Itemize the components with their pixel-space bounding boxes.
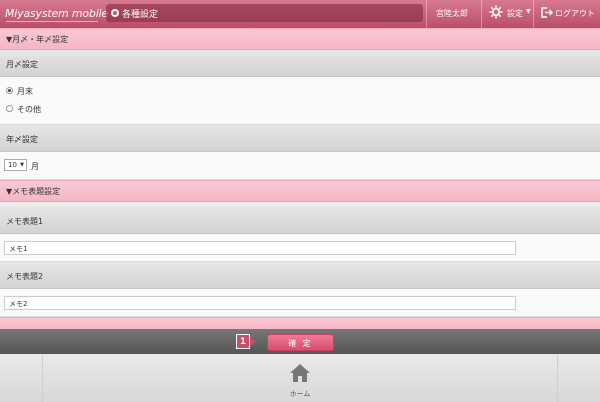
memo1-row: メモ1 — [0, 234, 600, 262]
field-label: 年〆設定 — [6, 135, 38, 144]
nav-divider — [42, 354, 43, 402]
header-divider — [533, 0, 534, 28]
month-unit-label: 月 — [31, 162, 39, 171]
radio-button[interactable] — [6, 105, 13, 112]
radio-button-selected[interactable] — [6, 87, 13, 94]
confirm-button[interactable]: 確 定 — [267, 334, 334, 351]
badge-arrow — [250, 338, 256, 346]
page-title-icon — [111, 9, 119, 17]
field-label: 月〆設定 — [6, 60, 38, 69]
section-title: ▼月〆・年〆設定 — [6, 35, 69, 44]
logout-label: ログアウト — [555, 9, 595, 18]
field-label: メモ表題2 — [6, 272, 44, 281]
field-label-month-close: 月〆設定 — [0, 50, 600, 77]
top-bar: Miyasystem mobile 各種設定 宮陸太郎 設定 ▼ ログアウト — [0, 0, 600, 28]
home-nav-button[interactable]: ホーム — [285, 362, 315, 400]
year-close-row — [0, 152, 600, 180]
chevron-down-icon: ▼ — [20, 162, 24, 168]
field-label-memo2: メモ表題2 — [0, 262, 600, 289]
home-icon — [290, 364, 310, 382]
radio-label: その他 — [17, 105, 41, 114]
chevron-down-icon: ▼ — [526, 8, 531, 15]
user-name[interactable]: 宮陸太郎 — [436, 8, 468, 19]
app-logo[interactable]: Miyasystem mobile — [5, 7, 108, 20]
header-divider — [426, 0, 427, 28]
section-header-month-year[interactable]: ▼月〆・年〆設定 — [0, 28, 600, 50]
memo2-row: メモ2 — [0, 289, 600, 317]
select-value: 10 — [8, 161, 17, 169]
memo2-input[interactable]: メモ2 — [4, 296, 516, 310]
logo-underline — [6, 21, 98, 22]
step-badge: 1 — [236, 334, 250, 349]
field-label: メモ表題1 — [6, 217, 44, 226]
month-close-options: 月末 その他 — [0, 77, 600, 125]
gear-icon — [489, 5, 503, 19]
home-label: ホーム — [289, 390, 311, 398]
logout-icon — [541, 7, 553, 18]
header-divider — [481, 0, 482, 28]
year-close-month-select[interactable]: 10 ▼ — [4, 159, 27, 171]
memo1-input[interactable]: メモ1 — [4, 241, 516, 255]
page-title: 各種設定 — [122, 10, 159, 20]
field-label-year-close: 年〆設定 — [0, 125, 600, 152]
page-title-box: 各種設定 — [106, 4, 423, 22]
field-label-memo1: メモ表題1 — [0, 207, 600, 234]
section-header-memo[interactable]: ▼メモ表題設定 — [0, 180, 600, 202]
radio-label: 月末 — [17, 87, 33, 96]
nav-divider — [557, 354, 558, 402]
settings-label: 設定 — [507, 9, 523, 18]
section-title: ▼メモ表題設定 — [6, 187, 61, 196]
